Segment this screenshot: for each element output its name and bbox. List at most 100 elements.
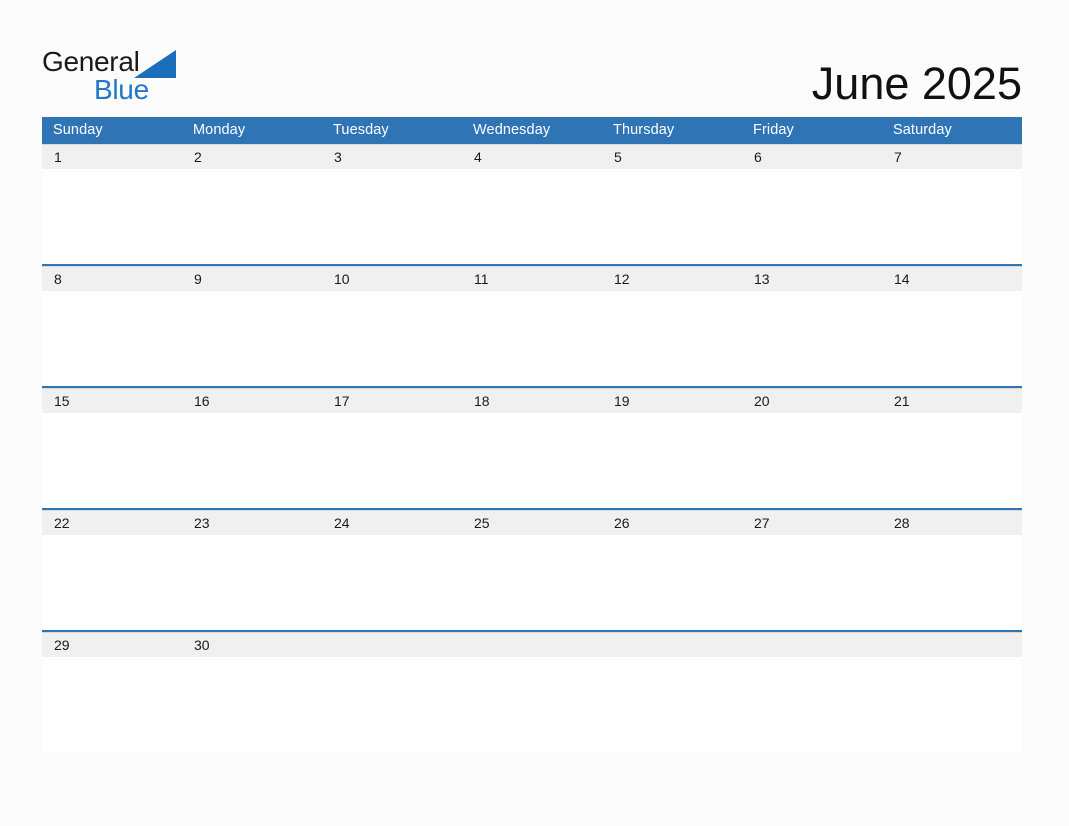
day-event-area[interactable]	[462, 413, 602, 508]
day-event-area[interactable]	[182, 535, 322, 630]
date-number-cell[interactable]: 30	[182, 633, 322, 657]
day-event-area[interactable]	[42, 291, 182, 386]
date-number-cell[interactable]: 17	[322, 389, 462, 413]
day-event-area[interactable]	[322, 413, 462, 508]
date-number-cell[interactable]: 23	[182, 511, 322, 535]
day-event-area[interactable]	[42, 169, 182, 264]
day-event-area[interactable]	[42, 535, 182, 630]
date-number-cell[interactable]: 9	[182, 267, 322, 291]
day-event-area	[322, 657, 462, 752]
day-event-area[interactable]	[882, 535, 1022, 630]
date-number-cell[interactable]: 8	[42, 267, 182, 291]
day-event-area[interactable]	[602, 413, 742, 508]
date-number-cell[interactable]: 11	[462, 267, 602, 291]
day-event-area[interactable]	[182, 413, 322, 508]
date-number-cell[interactable]: 19	[602, 389, 742, 413]
week-event-band	[42, 413, 1022, 508]
day-event-area[interactable]	[602, 169, 742, 264]
calendar-week-row: 29 30	[42, 630, 1022, 752]
day-event-area[interactable]	[462, 535, 602, 630]
day-event-area[interactable]	[42, 413, 182, 508]
date-number-cell[interactable]: 2	[182, 145, 322, 169]
date-number-cell[interactable]: 5	[602, 145, 742, 169]
date-number-cell[interactable]: 22	[42, 511, 182, 535]
weekday-header-friday: Friday	[753, 122, 794, 139]
date-number-cell[interactable]: 27	[742, 511, 882, 535]
day-event-area[interactable]	[182, 169, 322, 264]
date-number-cell	[742, 633, 882, 657]
day-event-area[interactable]	[182, 657, 322, 752]
day-event-area[interactable]	[742, 413, 882, 508]
week-event-band	[42, 535, 1022, 630]
day-event-area[interactable]	[882, 169, 1022, 264]
day-event-area	[742, 657, 882, 752]
page-header: General Blue June 2025	[42, 36, 1022, 108]
date-number-cell[interactable]: 13	[742, 267, 882, 291]
date-number-cell[interactable]: 1	[42, 145, 182, 169]
day-event-area[interactable]	[322, 169, 462, 264]
week-date-band: 15 16 17 18 19 20 21	[42, 388, 1022, 413]
weekday-header-wednesday: Wednesday	[473, 122, 551, 139]
day-event-area[interactable]	[462, 169, 602, 264]
calendar-grid: Sunday Monday Tuesday Wednesday Thursday…	[42, 117, 1022, 752]
week-date-band: 22 23 24 25 26 27 28	[42, 510, 1022, 535]
date-number-cell	[462, 633, 602, 657]
date-number-cell[interactable]: 4	[462, 145, 602, 169]
date-number-cell[interactable]: 26	[602, 511, 742, 535]
week-event-band	[42, 291, 1022, 386]
day-event-area[interactable]	[602, 291, 742, 386]
day-event-area[interactable]	[742, 535, 882, 630]
calendar-page: General Blue June 2025 Sunday Monday Tue…	[0, 0, 1069, 826]
date-number-cell	[602, 633, 742, 657]
date-number-cell[interactable]: 3	[322, 145, 462, 169]
page-title: June 2025	[811, 58, 1022, 109]
day-event-area	[462, 657, 602, 752]
day-event-area[interactable]	[322, 535, 462, 630]
day-event-area[interactable]	[882, 291, 1022, 386]
calendar-week-row: 1 2 3 4 5 6 7	[42, 144, 1022, 264]
general-blue-logo: General Blue	[42, 46, 176, 108]
date-number-cell[interactable]: 6	[742, 145, 882, 169]
date-number-cell[interactable]: 24	[322, 511, 462, 535]
day-event-area[interactable]	[602, 535, 742, 630]
week-date-band: 29 30	[42, 632, 1022, 657]
day-event-area[interactable]	[42, 657, 182, 752]
date-number-cell[interactable]: 16	[182, 389, 322, 413]
logo-text-general: General	[42, 46, 140, 77]
day-event-area[interactable]	[882, 413, 1022, 508]
week-event-band	[42, 657, 1022, 752]
date-number-cell	[322, 633, 462, 657]
day-event-area[interactable]	[742, 169, 882, 264]
date-number-cell[interactable]: 29	[42, 633, 182, 657]
day-event-area[interactable]	[742, 291, 882, 386]
date-number-cell[interactable]: 25	[462, 511, 602, 535]
weekday-header-thursday: Thursday	[613, 122, 675, 139]
week-event-band	[42, 169, 1022, 264]
date-number-cell[interactable]: 20	[742, 389, 882, 413]
date-number-cell[interactable]: 18	[462, 389, 602, 413]
date-number-cell[interactable]: 10	[322, 267, 462, 291]
weekday-header-sunday: Sunday	[53, 122, 103, 139]
day-event-area	[882, 657, 1022, 752]
day-event-area[interactable]	[322, 291, 462, 386]
day-event-area[interactable]	[462, 291, 602, 386]
logo-text-blue: Blue	[94, 74, 149, 105]
date-number-cell[interactable]: 21	[882, 389, 1022, 413]
date-number-cell[interactable]: 7	[882, 145, 1022, 169]
calendar-week-row: 22 23 24 25 26 27 28	[42, 508, 1022, 630]
date-number-cell[interactable]: 28	[882, 511, 1022, 535]
weekday-header-monday: Monday	[193, 122, 246, 139]
date-number-cell	[882, 633, 1022, 657]
calendar-week-row: 15 16 17 18 19 20 21	[42, 386, 1022, 508]
weekday-header-row: Sunday Monday Tuesday Wednesday Thursday…	[42, 117, 1022, 144]
date-number-cell[interactable]: 12	[602, 267, 742, 291]
calendar-week-row: 8 9 10 11 12 13 14	[42, 264, 1022, 386]
date-number-cell[interactable]: 14	[882, 267, 1022, 291]
date-number-cell[interactable]: 15	[42, 389, 182, 413]
day-event-area	[602, 657, 742, 752]
weekday-header-tuesday: Tuesday	[333, 122, 389, 139]
weekday-header-saturday: Saturday	[893, 122, 952, 139]
day-event-area[interactable]	[182, 291, 322, 386]
week-date-band: 8 9 10 11 12 13 14	[42, 266, 1022, 291]
week-date-band: 1 2 3 4 5 6 7	[42, 144, 1022, 169]
